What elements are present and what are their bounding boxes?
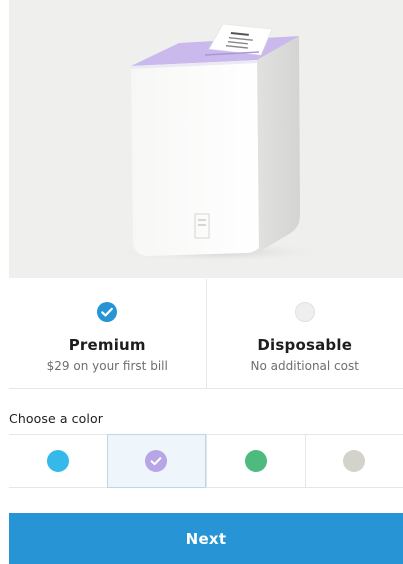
plan-option-premium[interactable]: Premium $29 on your first bill [9,279,206,388]
empty-radio-icon [294,302,315,322]
color-swatch-gray[interactable] [304,434,403,488]
plan-option-disposable[interactable]: Disposable No additional cost [205,279,403,388]
check-icon [150,457,162,466]
product-options-screen: Premium $29 on your first bill Disposabl… [0,0,403,564]
plan-selector: Premium $29 on your first bill Disposabl… [9,279,403,389]
plan-title: Premium [68,336,146,354]
color-swatch-lavender[interactable] [106,434,206,488]
color-dot [244,450,267,472]
color-dot [145,450,168,472]
plan-subtitle: No additional cost [250,359,359,373]
product-image [9,0,403,278]
color-swatch-green[interactable] [206,434,305,488]
plan-subtitle: $29 on your first bill [46,359,168,373]
color-dot [46,450,69,472]
color-dot [343,450,366,472]
check-circle-icon [97,302,118,322]
next-button[interactable]: Next [9,513,403,564]
color-picker-label: Choose a color [9,411,103,426]
plan-title: Disposable [257,336,353,354]
color-picker [9,434,403,488]
color-swatch-blue[interactable] [9,434,107,488]
